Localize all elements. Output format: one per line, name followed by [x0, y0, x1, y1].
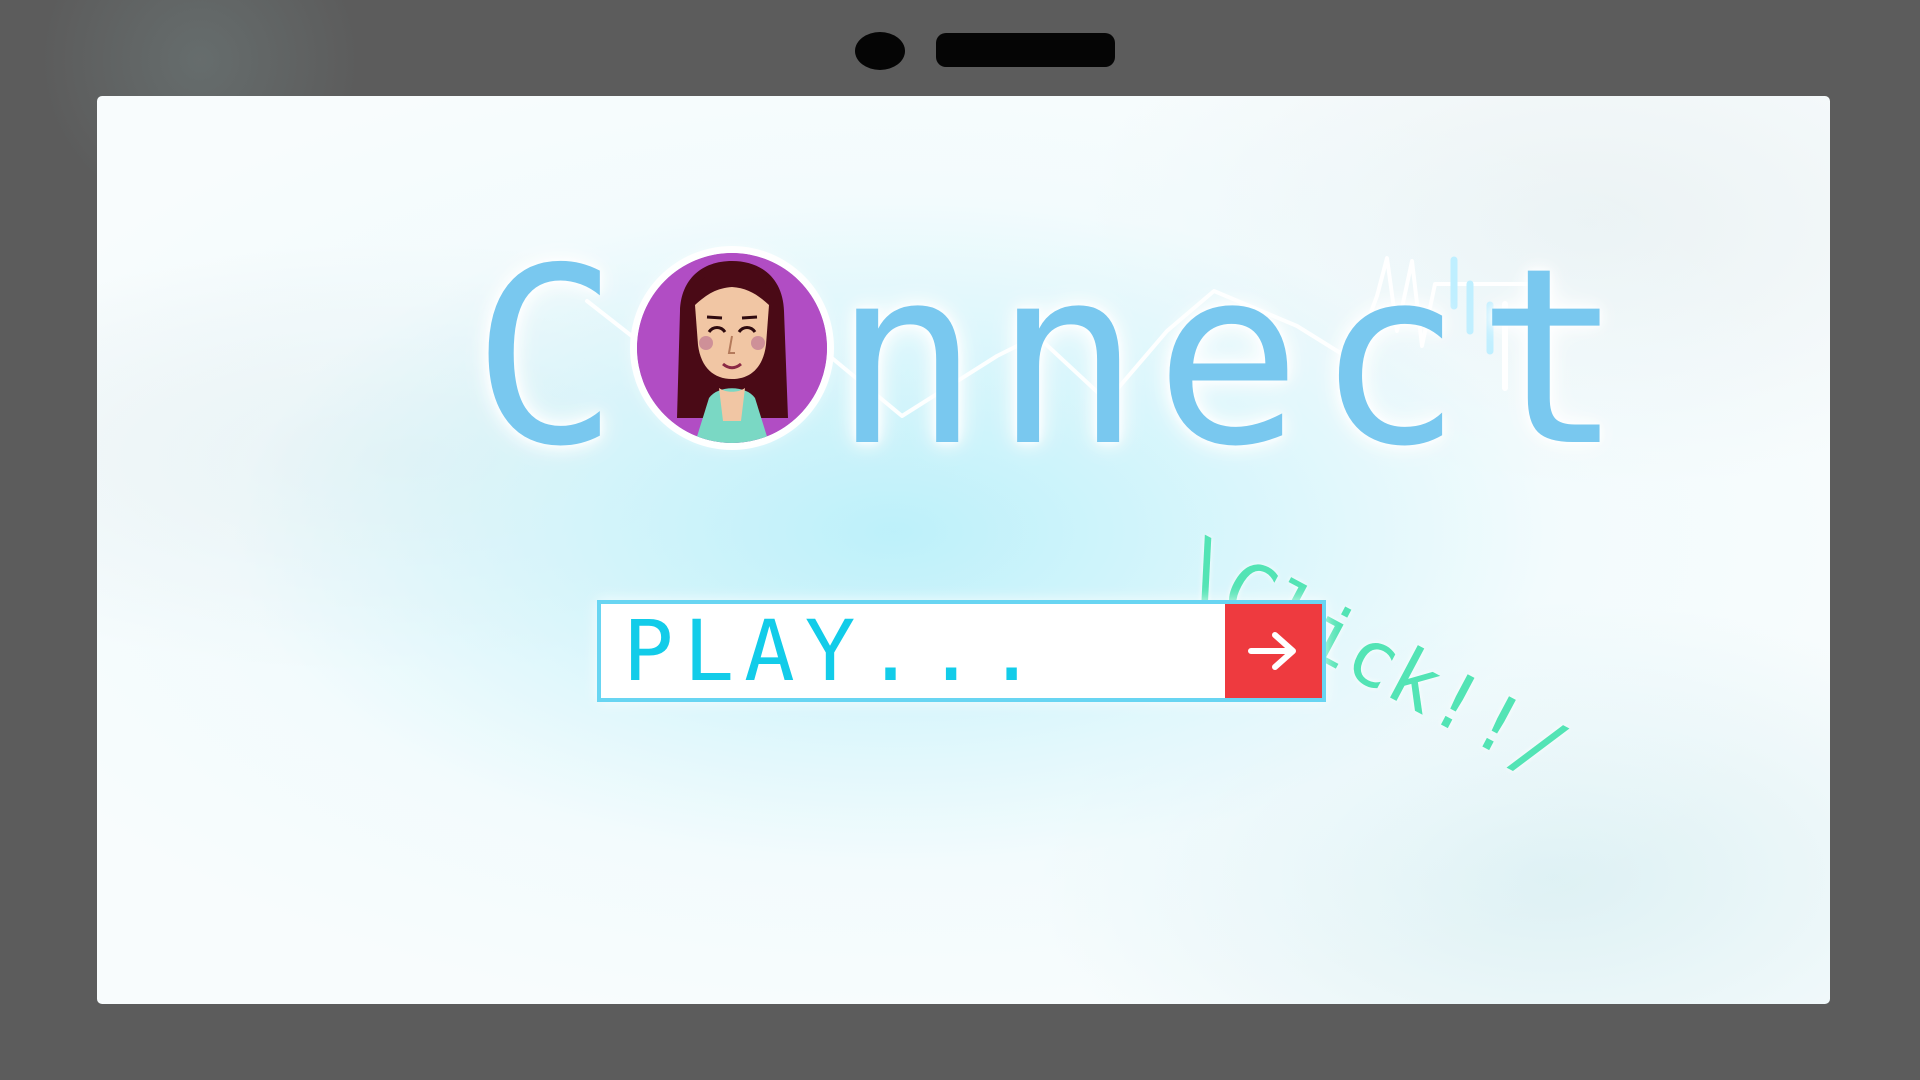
title-letters-nnect: nnect — [833, 216, 1638, 500]
arrow-right-icon — [1247, 632, 1296, 670]
title-letter-c: C — [472, 216, 619, 500]
camera-icon — [855, 32, 905, 70]
speaker-icon — [936, 33, 1115, 67]
game-screen: C nnect \Click!!/ PLAY... — [97, 96, 1830, 1004]
play-label[interactable]: PLAY... — [601, 604, 1225, 698]
play-button[interactable] — [1225, 604, 1322, 698]
device-frame: C nnect \Click!!/ PLAY... — [0, 0, 1920, 1080]
avatar-icon — [637, 253, 827, 443]
play-bar[interactable]: PLAY... — [597, 600, 1326, 702]
